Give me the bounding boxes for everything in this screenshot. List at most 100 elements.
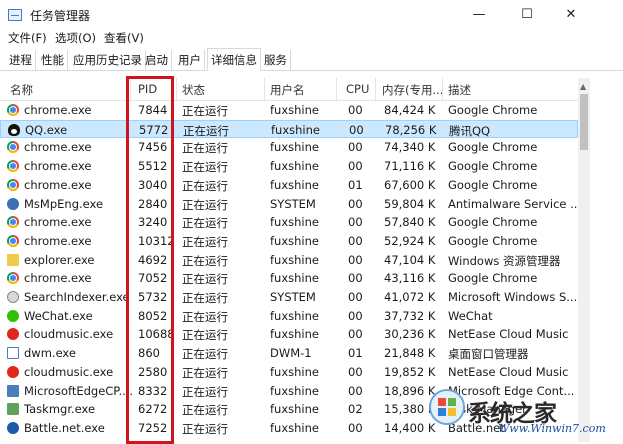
description-cell: Google Chrome: [448, 233, 538, 248]
cpu-cell: 00: [348, 383, 363, 398]
memory-cell: 47,104 K: [384, 252, 436, 267]
column-header-name[interactable]: 名称: [10, 82, 33, 98]
process-name: explorer.exe: [24, 252, 95, 267]
cpu-cell: 00: [348, 159, 363, 174]
scrollbar-thumb[interactable]: [580, 94, 588, 150]
process-name: chrome.exe: [24, 215, 92, 230]
scroll-up-arrow-icon[interactable]: ▲: [580, 82, 586, 91]
watermark-logo-icon: [429, 389, 465, 425]
description-cell: Google Chrome: [448, 159, 538, 174]
status-cell: 正在运行: [183, 123, 229, 138]
table-row[interactable]: SearchIndexer.exe 5732 正在运行 SYSTEM 00 41,072 …: [0, 288, 578, 307]
cpu-cell: 01: [348, 346, 363, 361]
username-cell: fuxshine: [270, 364, 319, 379]
cpu-cell: 01: [348, 177, 363, 192]
table-row[interactable]: explorer.exe 4692 正在运行 fuxshine 00 47,104 K Wi…: [0, 251, 578, 270]
minimize-button[interactable]: —: [464, 4, 494, 26]
process-name: SearchIndexer.exe: [24, 290, 130, 304]
cpu-cell: 02: [348, 402, 363, 417]
tab-users[interactable]: 用户: [175, 50, 205, 70]
memory-cell: 30,236 K: [384, 327, 436, 342]
table-row[interactable]: cloudmusic.exe 2580 正在运行 fuxshine 00 19,852 K…: [0, 363, 578, 382]
edge-icon: [7, 384, 19, 397]
table-row[interactable]: chrome.exe 7052 正在运行 fuxshine 00 43,116 K Goog…: [0, 269, 578, 288]
cpu-cell: 00: [348, 271, 363, 286]
title-bar: 任务管理器 — ☐ ✕: [0, 0, 623, 30]
table-row[interactable]: MsMpEng.exe 2840 正在运行 SYSTEM 00 59,804 K Antim…: [0, 195, 578, 214]
tab-processes[interactable]: 进程: [6, 50, 36, 70]
description-cell: Google Chrome: [448, 215, 538, 230]
tab-bar: 进程 性能 应用历史记录 启动 用户 详细信息 服务: [0, 48, 623, 71]
watermark: 系统之家 Www.Winwin7.com: [428, 386, 623, 442]
maximize-button[interactable]: ☐: [512, 4, 542, 26]
table-row[interactable]: chrome.exe 3040 正在运行 fuxshine 01 67,600 K Goog…: [0, 176, 578, 195]
username-cell: SYSTEM: [270, 290, 316, 304]
watermark-url: Www.Winwin7.com: [498, 422, 606, 435]
column-header-status[interactable]: 状态: [182, 82, 205, 98]
username-cell: fuxshine: [270, 140, 319, 155]
description-cell: Windows 资源管理器: [448, 253, 561, 268]
chrome-icon: [7, 216, 19, 229]
table-row[interactable]: chrome.exe 10312 正在运行 fuxshine 00 52,924 K Goo…: [0, 232, 578, 251]
close-button[interactable]: ✕: [556, 4, 586, 26]
process-name: WeChat.exe: [24, 308, 93, 323]
table-row[interactable]: chrome.exe 5512 正在运行 fuxshine 00 71,116 K Goog…: [0, 157, 578, 176]
process-name: MsMpEng.exe: [24, 196, 104, 211]
qq-icon: [8, 123, 20, 136]
column-header-row: 名称 PID 状态 用户名 CPU 内存(专用... 描述: [0, 78, 578, 101]
table-row[interactable]: dwm.exe 860 正在运行 DWM-1 01 21,848 K 桌面窗口管理器: [0, 344, 578, 363]
process-name: chrome.exe: [24, 103, 92, 117]
menu-file[interactable]: 文件(F): [8, 30, 47, 46]
table-row[interactable]: cloudmusic.exe 10688 正在运行 fuxshine 00 30,236 …: [0, 325, 578, 344]
chrome-icon: [7, 160, 19, 173]
menu-view[interactable]: 查看(V): [104, 30, 144, 46]
memory-cell: 37,732 K: [384, 308, 436, 323]
username-cell: fuxshine: [270, 402, 319, 417]
table-row[interactable]: WeChat.exe 8052 正在运行 fuxshine 00 37,732 K WeCh…: [0, 307, 578, 326]
tab-details[interactable]: 详细信息: [207, 48, 261, 71]
status-cell: 正在运行: [182, 347, 228, 362]
process-name: MicrosoftEdgeCP....: [24, 383, 134, 398]
dwm-icon: [7, 347, 19, 360]
chrome-icon: [7, 104, 19, 116]
process-name: chrome.exe: [24, 177, 92, 192]
process-name: chrome.exe: [24, 271, 92, 286]
memory-cell: 41,072 K: [384, 290, 436, 304]
memory-cell: 74,340 K: [384, 140, 436, 155]
antimalware-icon: [7, 197, 19, 210]
table-row[interactable]: QQ.exe 5772 正在运行 fuxshine 00 78,256 K 腾讯QQ: [0, 119, 578, 139]
status-cell: 正在运行: [182, 328, 228, 343]
column-header-username[interactable]: 用户名: [270, 82, 305, 98]
tab-app-history[interactable]: 应用历史记录: [70, 50, 146, 70]
column-header-memory[interactable]: 内存(专用...: [382, 82, 443, 98]
table-row[interactable]: chrome.exe 7844 正在运行 fuxshine 00 84,424 K Goog…: [0, 101, 578, 120]
process-name: Battle.net.exe: [24, 420, 105, 435]
description-cell: Google Chrome: [448, 140, 538, 155]
tab-services[interactable]: 服务: [261, 50, 291, 70]
process-name: dwm.exe: [24, 346, 76, 361]
column-header-description[interactable]: 描述: [448, 82, 471, 98]
status-cell: 正在运行: [182, 141, 228, 156]
cpu-cell: 00: [349, 122, 364, 137]
memory-cell: 67,600 K: [384, 177, 436, 192]
menu-options[interactable]: 选项(O): [55, 30, 96, 46]
process-name: chrome.exe: [24, 233, 92, 248]
table-row[interactable]: chrome.exe 3240 正在运行 fuxshine 00 57,840 K Goog…: [0, 213, 578, 232]
memory-cell: 59,804 K: [384, 196, 436, 211]
status-cell: 正在运行: [182, 309, 228, 324]
description-cell: Google Chrome: [448, 103, 538, 117]
username-cell: fuxshine: [270, 308, 319, 323]
username-cell: fuxshine: [270, 420, 319, 435]
task-manager-icon: [7, 403, 19, 416]
username-cell: fuxshine: [270, 159, 319, 174]
wechat-icon: [7, 309, 19, 322]
table-row[interactable]: chrome.exe 7456 正在运行 fuxshine 00 74,340 K Goog…: [0, 138, 578, 157]
description-cell: NetEase Cloud Music: [448, 327, 569, 342]
tab-performance[interactable]: 性能: [38, 50, 68, 70]
column-header-cpu[interactable]: CPU: [346, 82, 369, 96]
description-cell: 腾讯QQ: [449, 123, 491, 138]
tab-startup[interactable]: 启动: [142, 50, 172, 70]
description-cell: 桌面窗口管理器: [448, 347, 529, 362]
cpu-cell: 00: [348, 103, 363, 117]
username-cell: fuxshine: [270, 383, 319, 398]
